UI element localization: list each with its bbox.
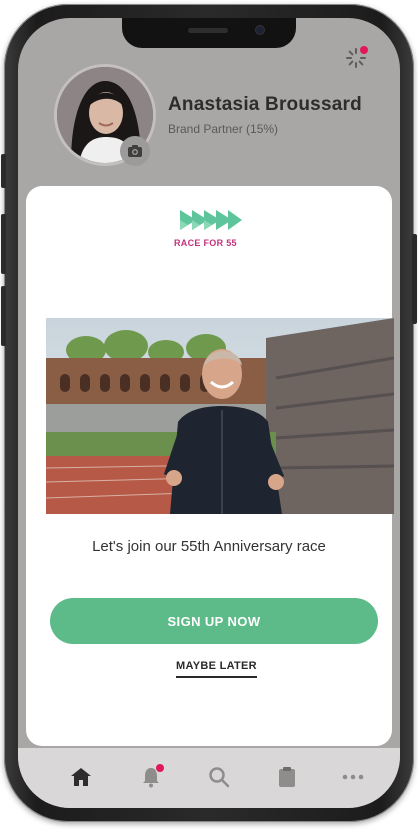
volume-down-button xyxy=(1,286,6,346)
change-photo-button[interactable] xyxy=(120,136,150,166)
volume-up-button xyxy=(1,214,6,274)
user-name: Anastasia Broussard xyxy=(168,94,362,115)
tab-home[interactable] xyxy=(66,762,96,792)
phone-frame: Anastasia Broussard Brand Partner (15%) xyxy=(1,4,417,822)
camera-icon xyxy=(128,145,142,157)
more-icon xyxy=(342,774,364,780)
search-icon xyxy=(209,767,230,788)
tab-search[interactable] xyxy=(204,762,234,792)
tab-more[interactable] xyxy=(338,762,368,792)
race-logo-text: RACE FOR 55 xyxy=(174,238,237,248)
notification-dot xyxy=(360,46,368,54)
loading-spinner-icon[interactable] xyxy=(344,46,368,70)
home-icon xyxy=(71,768,91,786)
promo-modal: RACE FOR 55 Let's join our 55th Annivers… xyxy=(26,186,394,746)
front-camera xyxy=(256,26,264,34)
notification-dot xyxy=(156,764,164,772)
app-screen: Anastasia Broussard Brand Partner (15%) xyxy=(18,18,400,808)
user-role: Brand Partner (15%) xyxy=(168,122,279,136)
maybe-later-link[interactable]: MAYBE LATER xyxy=(176,660,257,678)
bottom-tab-bar xyxy=(18,748,400,808)
promo-tagline: Let's join our 55th Anniversary race xyxy=(92,538,326,555)
tab-orders[interactable] xyxy=(272,762,302,792)
speaker xyxy=(188,28,228,33)
hero-image xyxy=(46,318,394,514)
tab-notifications[interactable] xyxy=(136,762,166,792)
power-button xyxy=(412,234,417,324)
sign-up-button[interactable]: SIGN UP NOW xyxy=(50,598,378,644)
mute-switch xyxy=(1,154,6,188)
notch xyxy=(122,18,296,48)
clipboard-icon xyxy=(279,767,295,787)
